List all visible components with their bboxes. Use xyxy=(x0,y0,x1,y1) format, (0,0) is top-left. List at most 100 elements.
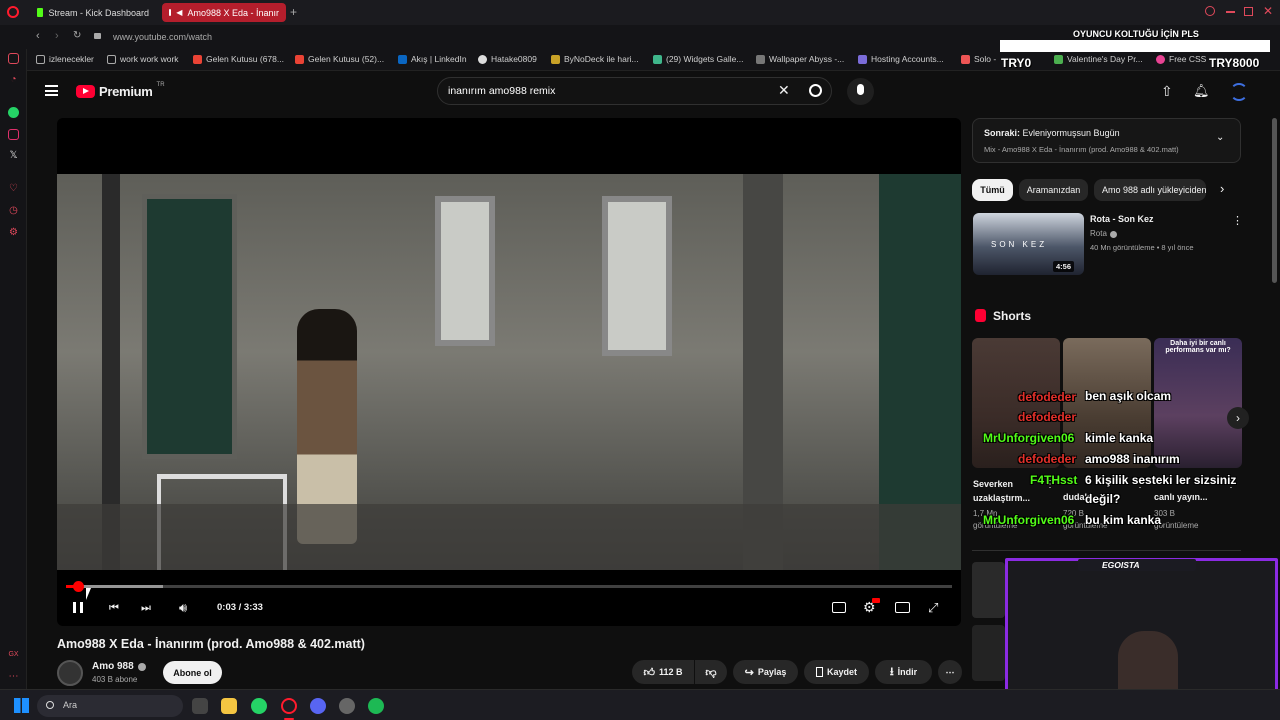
chat-message: amo988 inanırım xyxy=(1085,452,1180,466)
like-button[interactable]: 👍︎ 112 B xyxy=(632,660,694,684)
bookmark-item[interactable]: Wallpaper Abyss -... xyxy=(756,54,844,64)
bookmark-item[interactable]: Hosting Accounts... xyxy=(858,54,944,64)
back-icon[interactable]: ‹ xyxy=(36,30,40,42)
chat-message: değil? xyxy=(1085,492,1121,506)
search-box[interactable]: inanırım amo988 remix ✕ xyxy=(437,77,832,105)
stream-banner xyxy=(1000,40,1270,52)
recommendation-channel[interactable]: Rota xyxy=(1090,229,1107,238)
video-player[interactable]: ⏮︎ ⏭︎ 🔊︎ 0:03 / 3:33 ⚙ ⤢ xyxy=(57,118,961,626)
kick-icon xyxy=(37,8,44,17)
search-input[interactable]: inanırım amo988 remix xyxy=(448,85,555,97)
bookmark-item[interactable]: Akış | LinkedIn xyxy=(398,54,467,64)
bookmark-item[interactable]: Free CSS xyxy=(1156,54,1206,64)
heart-icon[interactable]: ♡ xyxy=(8,183,19,194)
fullscreen-icon[interactable]: ⤢ xyxy=(928,600,938,616)
aria-icon[interactable]: ◔ xyxy=(8,74,19,85)
chip-from-search[interactable]: Aramanızdan xyxy=(1019,179,1088,201)
subtitles-icon[interactable] xyxy=(832,602,846,613)
history-icon[interactable]: ◷ xyxy=(8,205,19,216)
share-button[interactable]: ↪ Paylaş xyxy=(733,660,798,684)
whatsapp-icon[interactable] xyxy=(251,698,267,714)
tab-kick-dashboard[interactable]: Stream - Kick Dashboard xyxy=(30,3,156,22)
obs-icon[interactable] xyxy=(339,698,355,714)
page-scrollbar[interactable] xyxy=(1272,118,1277,283)
new-tab-button[interactable]: + xyxy=(290,5,297,19)
bookmark-item[interactable]: work work work xyxy=(107,54,179,64)
progress-bar[interactable] xyxy=(66,581,952,592)
more-icon[interactable]: ⋯ xyxy=(8,671,19,682)
chips-next-icon[interactable]: › xyxy=(1220,181,1224,196)
up-next-panel[interactable]: Sonraki: Evleniyormuşsun Bugün Mix - Amo… xyxy=(972,118,1241,163)
search-icon[interactable] xyxy=(809,84,822,97)
settings-gear-icon[interactable]: ⚙ xyxy=(863,598,880,616)
next-icon[interactable]: ⏭︎ xyxy=(141,602,151,615)
bookmark-item[interactable]: Gelen Kutusu (678... xyxy=(193,54,284,64)
chevron-down-icon[interactable]: ⌄ xyxy=(1216,132,1224,143)
volume-icon[interactable]: 🔊︎ xyxy=(179,600,187,616)
chat-user: defodeder xyxy=(1018,452,1077,466)
store-icon[interactable] xyxy=(192,698,208,714)
more-actions-button[interactable]: ⋯ xyxy=(938,660,962,684)
youtube-logo[interactable]: Premium TR xyxy=(76,82,165,99)
short-thumbnail[interactable]: Daha iyi bir canlı performans var mı? xyxy=(1154,338,1242,468)
more-vert-icon[interactable]: ⋮ xyxy=(1232,214,1243,227)
recommendation-thumbnail[interactable] xyxy=(972,562,1005,618)
theater-mode-icon[interactable] xyxy=(895,602,910,613)
search-tabs-icon[interactable] xyxy=(1205,6,1215,16)
opera-logo-icon[interactable] xyxy=(7,6,19,18)
recommendation-thumbnail[interactable] xyxy=(972,625,1005,681)
recommendation-title[interactable]: Rota - Son Kez xyxy=(1090,214,1154,224)
clear-search-icon[interactable]: ✕ xyxy=(778,82,790,99)
bookmark-item[interactable]: Hatake0809 xyxy=(478,54,537,64)
url-text[interactable]: www.youtube.com/watch xyxy=(113,32,212,42)
bookmark-item[interactable]: Gelen Kutusu (52)... xyxy=(295,54,384,64)
reload-icon[interactable]: ↻ xyxy=(73,30,81,41)
forward-icon[interactable]: › xyxy=(55,30,59,42)
shorts-next-button[interactable]: › xyxy=(1227,407,1249,429)
chip-all[interactable]: Tümü xyxy=(972,179,1013,201)
messenger-icon[interactable] xyxy=(8,53,19,64)
file-explorer-icon[interactable] xyxy=(221,698,237,714)
windows-start-icon[interactable] xyxy=(14,698,29,713)
recommendation-thumbnail[interactable]: SON KEZ 4:56 xyxy=(973,213,1084,275)
taskbar-search[interactable]: Ara xyxy=(37,695,183,717)
hd-badge-icon xyxy=(872,598,880,603)
voice-search-button[interactable] xyxy=(847,78,874,105)
short-title[interactable]: canlı yayın... xyxy=(1154,492,1226,502)
save-button[interactable]: Kaydet xyxy=(804,660,869,684)
maximize-icon[interactable] xyxy=(1244,7,1253,16)
upload-icon[interactable]: ⇧ xyxy=(1161,83,1173,100)
bookmark-item[interactable]: Solo - xyxy=(961,54,996,64)
gx-icon[interactable]: GX xyxy=(8,649,19,660)
bookmark-item[interactable]: Valentine's Day Pr... xyxy=(1054,54,1143,64)
opera-gx-icon[interactable] xyxy=(281,698,297,714)
x-icon[interactable]: 𝕏 xyxy=(8,150,19,161)
download-button[interactable]: ⭳ İndir xyxy=(875,660,932,684)
scrubber-handle[interactable] xyxy=(73,581,85,592)
video-frame[interactable] xyxy=(57,174,961,570)
minimize-icon[interactable] xyxy=(1226,11,1235,13)
tab-youtube-video[interactable]: ◀ Amo988 X Eda - İnanır xyxy=(162,3,286,22)
instagram-icon[interactable] xyxy=(8,129,19,140)
previous-icon[interactable]: ⏮︎ xyxy=(109,602,119,615)
notifications-icon[interactable]: 🔔︎ xyxy=(1193,83,1210,99)
channel-avatar[interactable] xyxy=(57,660,83,686)
menu-icon[interactable] xyxy=(45,85,58,96)
avatar[interactable] xyxy=(1230,83,1248,101)
dislike-button[interactable]: 👎︎ xyxy=(695,660,727,684)
spotify-icon[interactable] xyxy=(368,698,384,714)
bookmark-item[interactable]: izlenecekler xyxy=(36,54,94,64)
bookmark-item[interactable]: ByNoDeck ile hari... xyxy=(551,54,639,64)
browser-sidebar: ◔ 𝕏 ♡ ◷ ⚙ GX ⋯ xyxy=(0,49,27,689)
bookmark-icon xyxy=(815,667,823,677)
close-window-icon[interactable]: ✕ xyxy=(1263,4,1273,18)
channel-name[interactable]: Amo 988 xyxy=(92,661,134,672)
subscribe-button[interactable]: Abone ol xyxy=(163,661,222,684)
chip-from-uploader[interactable]: Amo 988 adlı yükleyiciden xyxy=(1094,179,1206,201)
short-thumbnail[interactable] xyxy=(1063,338,1151,468)
pause-icon[interactable] xyxy=(73,602,83,613)
bookmark-item[interactable]: (29) Widgets Galle... xyxy=(653,54,743,64)
whatsapp-icon[interactable] xyxy=(8,107,19,118)
discord-icon[interactable] xyxy=(310,698,326,714)
settings-icon[interactable]: ⚙ xyxy=(8,227,19,238)
